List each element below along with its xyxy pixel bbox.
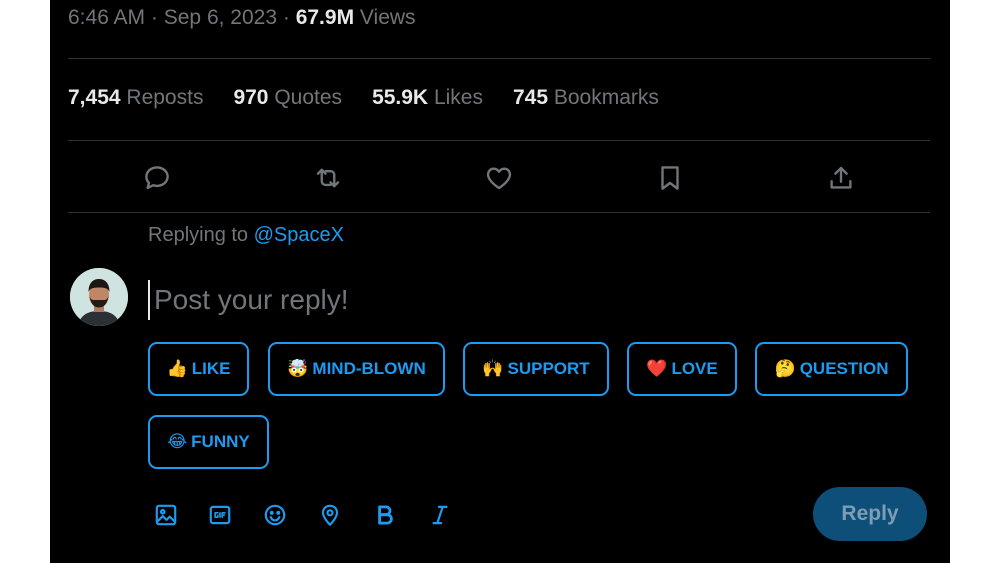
- meta-separator: ·: [282, 6, 290, 29]
- reaction-label: LOVE: [671, 359, 718, 378]
- post-time: 6:46 AM: [68, 6, 146, 29]
- stat-label: Likes: [433, 86, 483, 109]
- post-detail-panel: 6:46 AM · Sep 6, 2023 · 67.9M Views 7,45…: [50, 0, 950, 563]
- reply-submit-button[interactable]: Reply: [813, 487, 927, 541]
- gif-icon: [209, 505, 231, 525]
- views-label: Views: [359, 6, 416, 29]
- post-meta: 6:46 AM · Sep 6, 2023 · 67.9M Views: [68, 6, 416, 30]
- like-button[interactable]: [476, 155, 522, 201]
- reaction-label: FUNNY: [191, 432, 250, 451]
- divider: [68, 140, 930, 141]
- thumbs-up-icon: 👍: [166, 359, 188, 379]
- raised-hands-icon: 🙌: [482, 359, 504, 379]
- reply-input[interactable]: [148, 280, 848, 320]
- stat-quotes[interactable]: 970 Quotes: [233, 86, 342, 110]
- bookmark-button[interactable]: [647, 155, 693, 201]
- media-button[interactable]: [149, 498, 183, 532]
- italic-button[interactable]: [423, 498, 457, 532]
- stat-bookmarks[interactable]: 745 Bookmarks: [513, 86, 659, 110]
- stat-count: 55.9K: [372, 86, 429, 109]
- post-action-bar: [68, 155, 930, 201]
- bold-button[interactable]: [368, 498, 402, 532]
- engagement-stats: 7,454 Reposts 970 Quotes 55.9K Likes 745…: [68, 86, 659, 110]
- emoji-button[interactable]: [258, 498, 292, 532]
- divider: [68, 212, 930, 213]
- reaction-funny-button[interactable]: 😂 FUNNY: [148, 415, 269, 469]
- stat-count: 970: [233, 86, 269, 109]
- reaction-label: MIND-BLOWN: [312, 359, 426, 378]
- mind-blown-icon: 🤯: [287, 359, 309, 379]
- stat-label: Bookmarks: [553, 86, 659, 109]
- repost-icon: [316, 168, 340, 188]
- image-icon: [155, 504, 177, 526]
- reaction-label: SUPPORT: [507, 359, 590, 378]
- reaction-mind-blown-button[interactable]: 🤯 MIND-BLOWN: [268, 342, 445, 396]
- replying-to-handle[interactable]: @SpaceX: [254, 224, 344, 246]
- heart-icon: ❤️: [646, 359, 668, 379]
- reply-button[interactable]: [134, 155, 180, 201]
- share-button[interactable]: [818, 155, 864, 201]
- divider: [68, 58, 930, 59]
- views-count: 67.9M: [295, 6, 355, 29]
- stat-count: 745: [512, 86, 549, 109]
- stat-likes[interactable]: 55.9K Likes: [372, 86, 483, 110]
- stat-label: Quotes: [274, 86, 343, 109]
- reaction-label: LIKE: [191, 359, 231, 378]
- stat-reposts[interactable]: 7,454 Reposts: [68, 86, 203, 110]
- stat-count: 7,454: [68, 86, 121, 109]
- bold-icon: [378, 505, 393, 525]
- like-icon: [486, 167, 512, 190]
- share-icon: [830, 166, 852, 189]
- meta-separator: ·: [150, 6, 158, 29]
- reply-icon: [145, 166, 169, 190]
- avatar[interactable]: [70, 268, 128, 326]
- reaction-label: QUESTION: [799, 359, 889, 378]
- avatar-picture: [70, 268, 128, 326]
- post-date: Sep 6, 2023: [163, 6, 278, 29]
- repost-button[interactable]: [305, 155, 351, 201]
- reaction-support-button[interactable]: 🙌 SUPPORT: [463, 342, 609, 396]
- reaction-like-button[interactable]: 👍 LIKE: [148, 342, 249, 396]
- thinking-face-icon: 🤔: [774, 359, 796, 379]
- italic-icon: [432, 505, 448, 525]
- laughing-face-icon: 😂: [167, 432, 188, 452]
- bookmark-icon: [661, 166, 679, 190]
- stat-label: Reposts: [126, 86, 204, 109]
- emoji-icon: [264, 504, 286, 526]
- reaction-question-button[interactable]: 🤔 QUESTION: [755, 342, 908, 396]
- gif-button[interactable]: [203, 498, 237, 532]
- location-button[interactable]: [313, 498, 347, 532]
- replying-to-label: Replying to: [148, 224, 249, 246]
- replying-to: Replying to @SpaceX: [148, 224, 344, 247]
- location-icon: [321, 504, 339, 526]
- reaction-love-button[interactable]: ❤️ LOVE: [627, 342, 737, 396]
